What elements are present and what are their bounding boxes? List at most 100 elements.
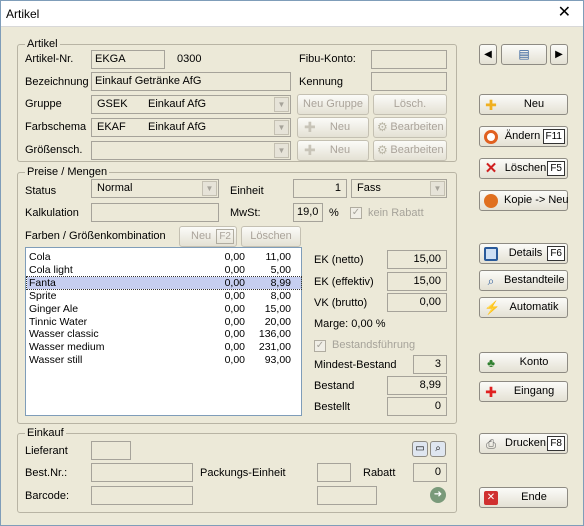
bestandteile-button[interactable]: ⌕ Bestandteile xyxy=(479,270,568,291)
bezeichnung-field[interactable]: Einkauf Getränke AfG xyxy=(91,72,291,91)
list-item[interactable]: Cola light 0,00 5,00 xyxy=(27,264,301,276)
einheit-value: Fass xyxy=(357,182,381,194)
farben-neu-button[interactable]: Neu F2 xyxy=(179,226,237,247)
fibu-konto-field[interactable] xyxy=(371,50,447,69)
status-label: Status xyxy=(25,185,57,197)
loesch-button[interactable]: Lösch. xyxy=(373,94,447,115)
bestandteile-label: Bestandteile xyxy=(504,274,565,286)
aendern-label: Ändern xyxy=(504,130,541,142)
groessen-bearbeiten-label: Bearbeiten xyxy=(390,144,444,156)
kennung-label: Kennung xyxy=(299,76,344,88)
chevron-down-icon[interactable]: ▼ xyxy=(202,181,217,196)
details-button[interactable]: Details F6 xyxy=(479,243,568,264)
mindest-bestand-field[interactable]: 3 xyxy=(413,355,447,374)
groessen-neu-button[interactable]: ✚ Neu xyxy=(297,140,369,161)
item-value-a: 0,00 xyxy=(224,251,245,263)
list-view-button[interactable]: ▤ xyxy=(501,44,547,65)
vk-brutto-field[interactable]: 0,00 xyxy=(387,293,447,312)
groessen-bearbeiten-button[interactable]: ⚙ Bearbeiten xyxy=(373,140,447,161)
farbschema-bearbeiten-button[interactable]: ⚙ Bearbeiten xyxy=(373,117,447,138)
list-item[interactable]: Wasser still 0,00 93,00 xyxy=(27,354,301,366)
search-icon[interactable]: ⌕ xyxy=(430,441,446,457)
ek-netto-field[interactable]: 15,00 xyxy=(387,250,447,269)
farben-list[interactable]: Cola 0,00 11,00 Cola light 0,00 5,00 Fanta 0,00… xyxy=(25,247,302,416)
kalkulation-field[interactable] xyxy=(91,203,219,222)
bestandsfuehrung-checkbox[interactable]: ✓ xyxy=(314,340,326,352)
kein-rabatt-label: kein Rabatt xyxy=(368,207,424,219)
item-value-a: 0,00 xyxy=(224,354,245,367)
prev-button[interactable]: ◀ xyxy=(479,44,497,65)
barcode-scan-icon[interactable]: ➜ xyxy=(430,487,446,503)
list-item[interactable]: Cola 0,00 11,00 xyxy=(27,251,301,263)
kein-rabatt-checkbox[interactable]: ✓ xyxy=(350,207,362,219)
bezeichnung-label: Bezeichnung xyxy=(25,76,89,88)
plus-icon: ✚ xyxy=(485,384,497,400)
search-icon[interactable]: ▭ xyxy=(412,441,428,457)
plus-icon: ✚ xyxy=(485,97,497,113)
packungs-einheit-field[interactable] xyxy=(317,463,351,482)
ek-netto-label: EK (netto) xyxy=(314,254,364,266)
list-item[interactable]: Ginger Ale 0,00 15,00 xyxy=(27,303,301,315)
lieferant-label: Lieferant xyxy=(25,445,68,457)
item-value-b: 5,00 xyxy=(270,263,291,276)
kopie-neu-button[interactable]: Kopie -> Neu xyxy=(479,190,569,211)
ende-button[interactable]: ✕ Ende xyxy=(479,487,568,508)
farben-loeschen-button[interactable]: Löschen xyxy=(241,226,301,247)
item-value-b: 136,00 xyxy=(258,328,291,341)
loeschen-button[interactable]: ✕ Löschen F5 xyxy=(479,158,568,179)
window-title: Artikel xyxy=(6,7,40,21)
list-item[interactable]: Fanta 0,00 8,99 xyxy=(26,275,302,290)
edit-icon xyxy=(484,130,498,144)
aendern-button[interactable]: Ändern F11 xyxy=(479,126,568,147)
einheit-qty-field[interactable]: 1 xyxy=(293,179,347,198)
mwst-field[interactable]: 19,0 xyxy=(293,203,323,222)
neu-gruppe-button[interactable]: Neu Gruppe xyxy=(297,94,369,115)
konto-button[interactable]: ♣ Konto xyxy=(479,352,568,373)
farbschema-neu-button[interactable]: ✚ Neu xyxy=(297,117,369,138)
kennung-field[interactable] xyxy=(371,72,447,91)
item-value-a: 0,00 xyxy=(224,276,245,289)
groessenschema-select[interactable]: ▼ xyxy=(91,141,291,160)
item-value-a: 0,00 xyxy=(224,341,245,354)
ek-effektiv-field[interactable]: 15,00 xyxy=(387,272,447,291)
list-item[interactable]: Wasser medium 0,00 231,00 xyxy=(27,341,301,353)
rabatt-field[interactable]: 0 xyxy=(413,463,447,482)
eingang-button[interactable]: ✚ Eingang xyxy=(479,381,568,402)
close-icon[interactable]: ✕ xyxy=(558,4,571,22)
item-value-b: 231,00 xyxy=(258,341,291,354)
list-item[interactable]: Tinnic Water 0,00 20,00 xyxy=(27,316,301,328)
artikel-group-title: Artikel xyxy=(25,38,60,50)
chevron-down-icon[interactable]: ▼ xyxy=(430,181,445,196)
chevron-down-icon[interactable]: ▼ xyxy=(274,97,289,112)
barcode-extra-field[interactable] xyxy=(317,486,377,505)
next-button[interactable]: ▶ xyxy=(550,44,568,65)
gruppe-select[interactable]: GSEK Einkauf AfG ▼ xyxy=(91,95,291,114)
farbschema-neu-label: Neu xyxy=(329,121,351,133)
bestellt-field[interactable]: 0 xyxy=(387,397,447,416)
item-value-a: 0,00 xyxy=(224,328,245,341)
neu-button[interactable]: ✚ Neu xyxy=(479,94,568,115)
farbschema-bearbeiten-label: Bearbeiten xyxy=(390,121,444,133)
artikel-nr-field[interactable]: EKGA xyxy=(91,50,165,69)
farbschema-label: Farbschema xyxy=(25,121,87,133)
details-label: Details xyxy=(508,247,543,259)
einheit-select[interactable]: Fass ▼ xyxy=(351,179,447,198)
best-nr-field[interactable] xyxy=(91,463,193,482)
lieferant-field[interactable] xyxy=(91,441,131,460)
chevron-down-icon[interactable]: ▼ xyxy=(274,120,289,135)
title-bar: Artikel ✕ xyxy=(1,1,583,27)
bestand-field[interactable]: 8,99 xyxy=(387,376,447,395)
details-icon xyxy=(484,247,498,261)
list-item[interactable]: Wasser classic 0,00 136,00 xyxy=(27,328,301,340)
gear-icon: ⚙ xyxy=(377,143,388,157)
drucken-button[interactable]: ⎙ Drucken F8 xyxy=(479,433,568,454)
bestellt-label: Bestellt xyxy=(314,401,351,413)
status-select[interactable]: Normal ▼ xyxy=(91,179,219,198)
list-item[interactable]: Sprite 0,00 8,00 xyxy=(27,290,301,302)
farben-neu-key: F2 xyxy=(216,229,234,244)
barcode-field[interactable] xyxy=(91,486,193,505)
mwst-unit: % xyxy=(329,207,339,219)
farbschema-select[interactable]: EKAF Einkauf AfG ▼ xyxy=(91,118,291,137)
automatik-button[interactable]: ⚡ Automatik xyxy=(479,297,568,318)
chevron-down-icon[interactable]: ▼ xyxy=(274,143,289,158)
